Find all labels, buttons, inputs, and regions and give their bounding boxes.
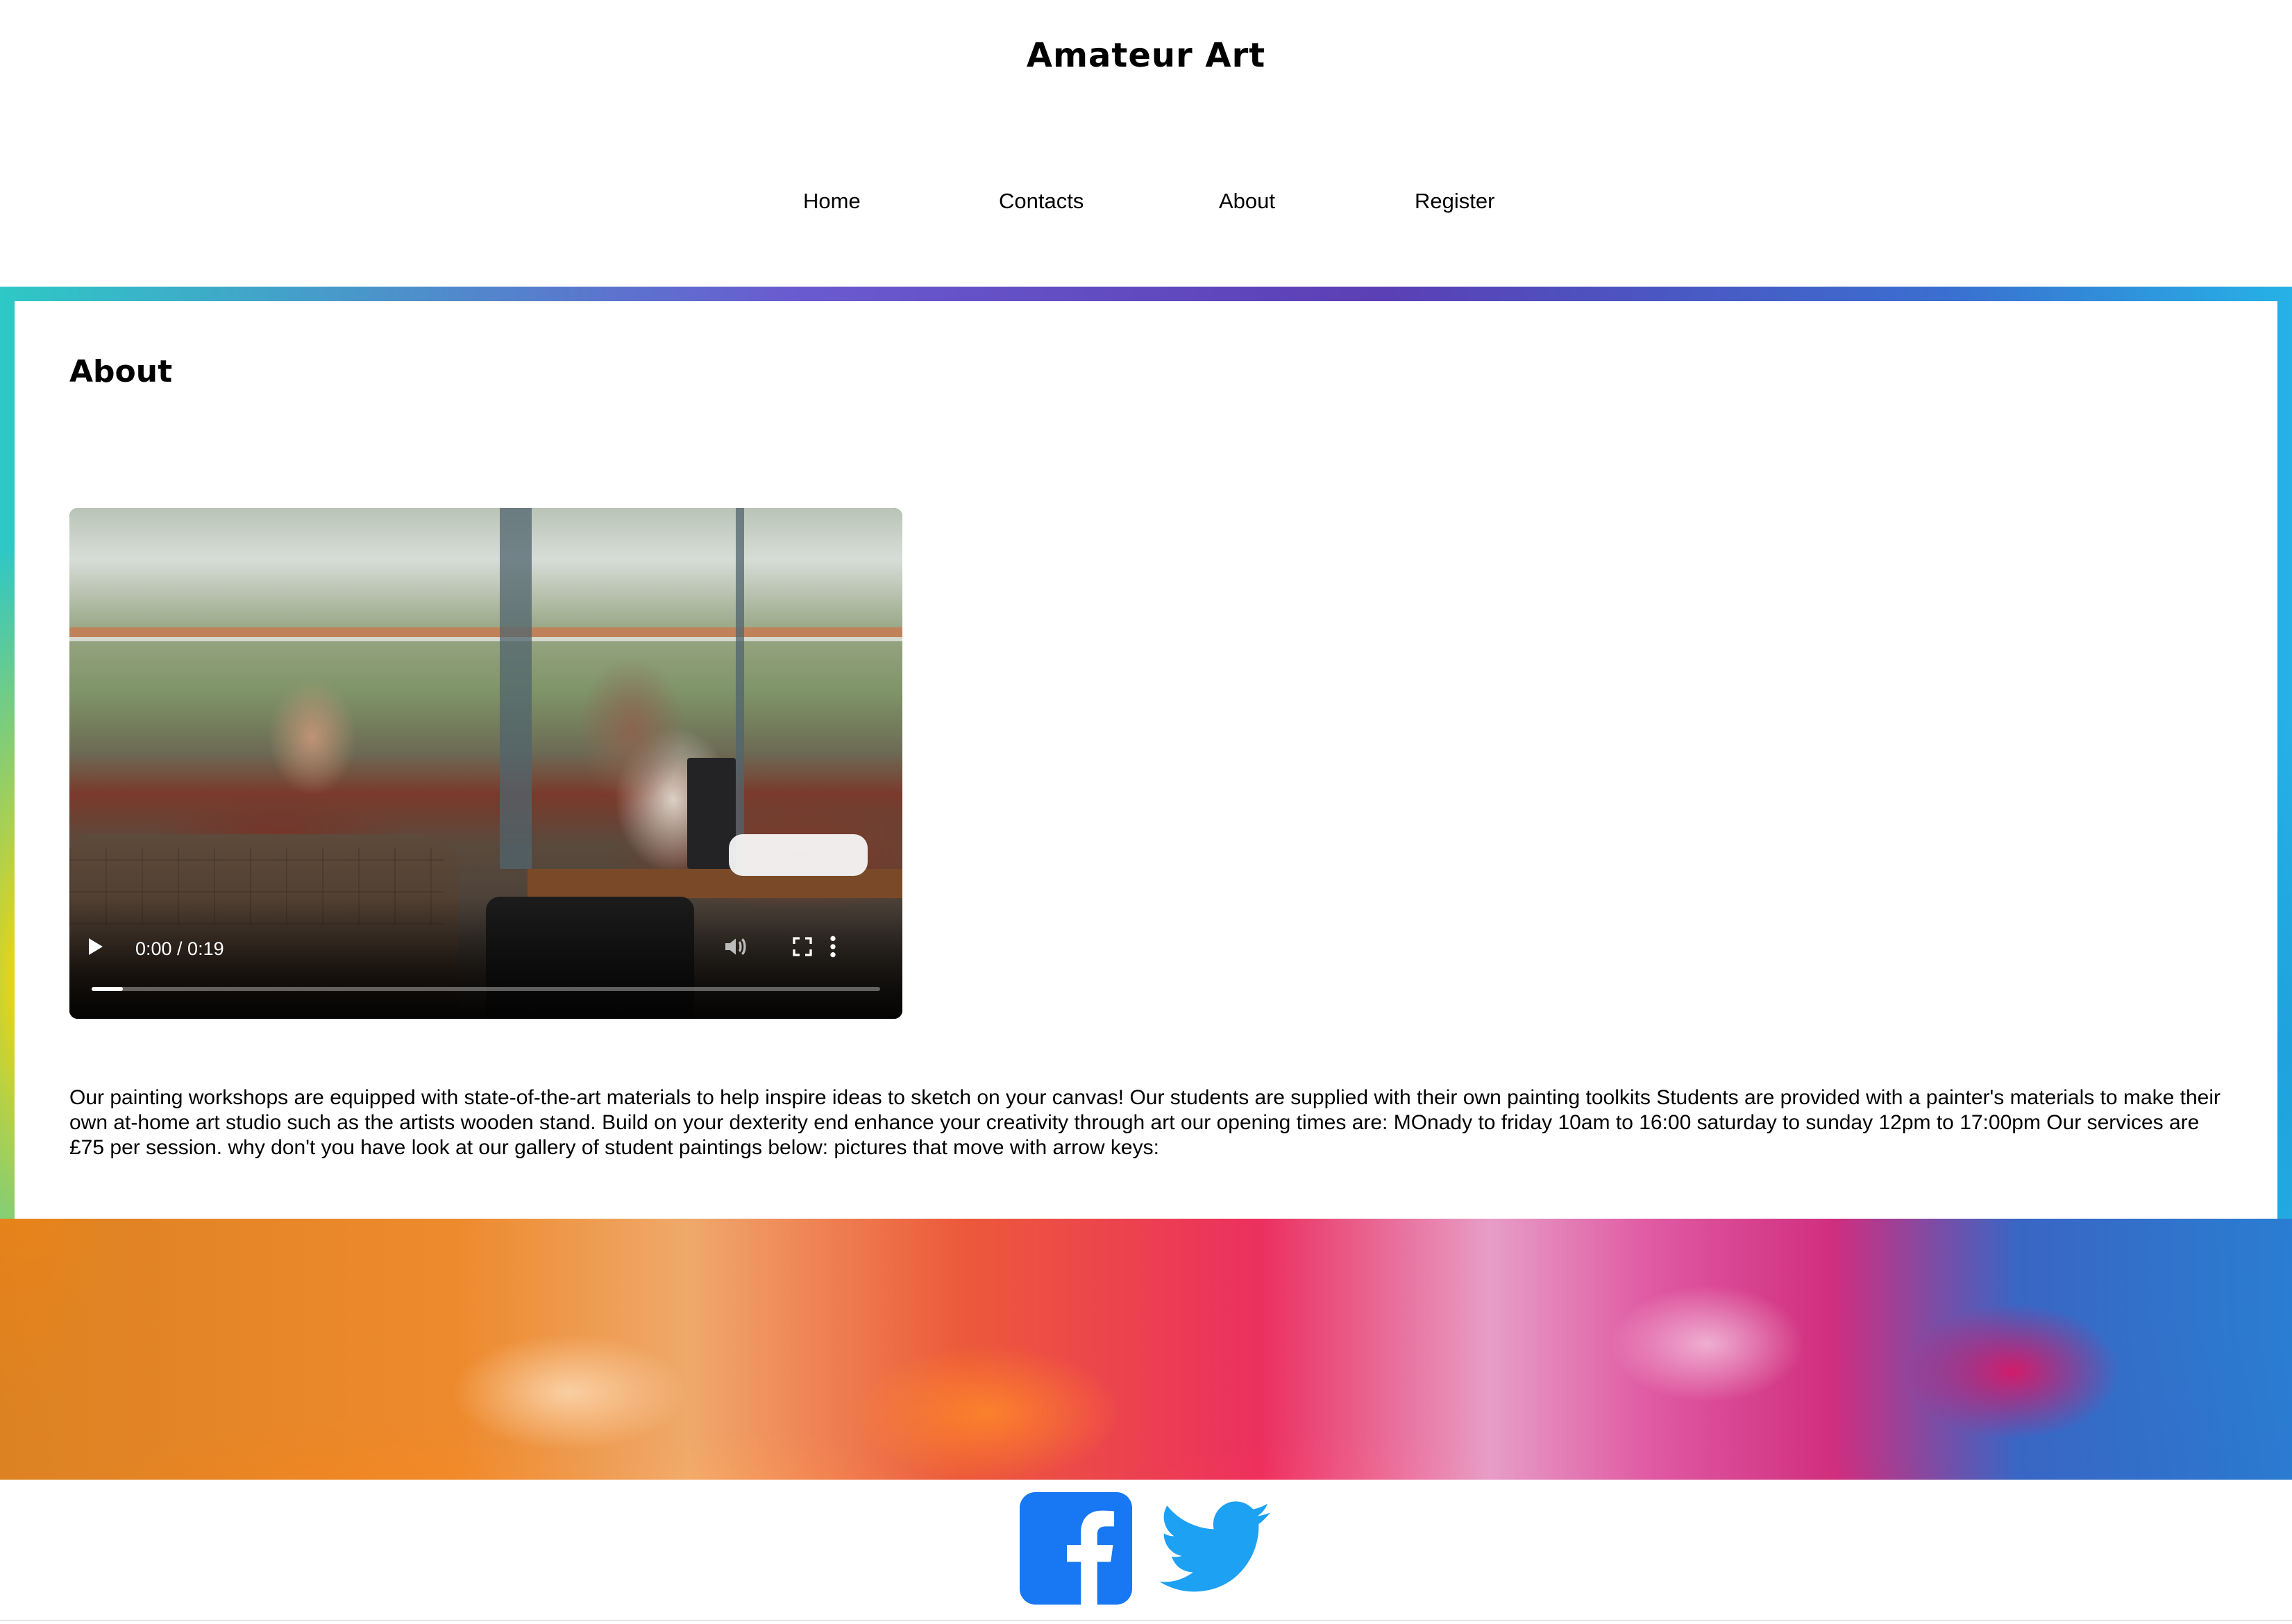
content-card: About 0:00 / 0:19 Our painting workshops… — [15, 301, 2277, 1219]
nav-item-register[interactable]: Register — [1415, 189, 1494, 214]
napkin — [729, 834, 868, 876]
volume-icon[interactable] — [722, 933, 750, 961]
window-pillar — [500, 508, 532, 869]
main-nav: Home Contacts About Register — [0, 189, 2292, 223]
nav-item-contacts[interactable]: Contacts — [999, 189, 1084, 214]
video-progress-fill — [92, 987, 124, 991]
video-time-display: 0:00 / 0:19 — [135, 938, 224, 959]
fullscreen-icon[interactable] — [791, 936, 814, 958]
footer-divider — [0, 1620, 2292, 1621]
window-frame — [69, 627, 902, 637]
site-title: Amateur Art — [1026, 36, 1266, 75]
video-progress-bar[interactable] — [92, 987, 880, 991]
page-heading: About — [69, 354, 173, 389]
twitter-icon[interactable] — [1159, 1500, 1270, 1595]
facebook-icon[interactable] — [1020, 1492, 1132, 1605]
site-header: Amateur Art Home Contacts About Register — [0, 0, 2292, 287]
play-button[interactable] — [89, 938, 103, 955]
nav-item-home[interactable]: Home — [803, 189, 861, 214]
nav-item-about[interactable]: About — [1219, 189, 1275, 214]
site-footer — [0, 1480, 2292, 1624]
about-paragraph: Our painting workshops are equipped with… — [69, 1086, 2221, 1159]
paint-splash-overlay — [0, 1219, 2292, 1480]
window-sill — [69, 637, 902, 641]
more-options-icon[interactable] — [825, 933, 841, 961]
video-player[interactable]: 0:00 / 0:19 — [69, 508, 902, 1019]
window-mullion — [736, 508, 744, 869]
